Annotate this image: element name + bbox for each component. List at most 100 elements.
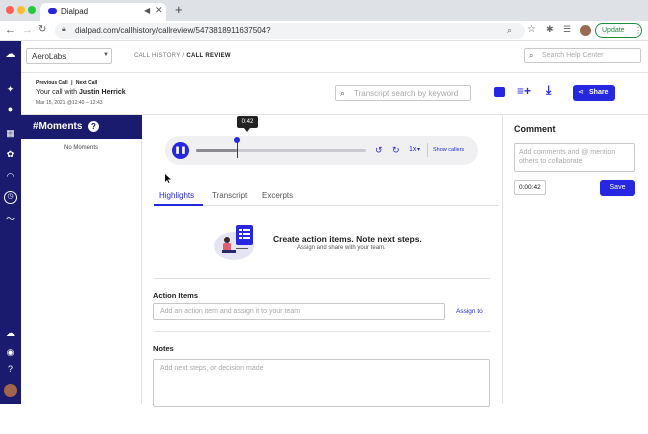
reload-icon[interactable]: ↻ [38,24,46,35]
audio-player: ❚❚ ↺ ↻ 1x ▾ Show callers [165,136,478,165]
nav-separator: | [71,80,73,86]
chevron-down-icon: ▼ [103,52,109,58]
chat-icon[interactable] [494,87,505,97]
tooltip-arrow [244,128,250,132]
minimize-window-icon[interactable] [17,6,25,14]
search-icon: ⌕ [340,88,346,98]
reading-list-icon[interactable]: ☰ [563,24,571,35]
moments-panel: No Moments [21,139,142,404]
breadcrumb-current: CALL REVIEW [186,53,231,59]
sparkle-icon[interactable]: ✦ [4,83,17,96]
tab-excerpts[interactable]: Excerpts [262,191,293,200]
save-comment-button[interactable]: Save [600,180,635,196]
update-label: Update [602,27,625,34]
update-button[interactable]: Update ⋮ [595,23,642,38]
notes-label: Notes [153,344,174,353]
contact-center-icon[interactable]: ▦ [4,127,17,140]
assign-to-link[interactable]: Assign to [456,308,483,315]
time-tooltip: 0:42 [237,116,258,128]
settings-icon[interactable]: ✿ [4,148,17,161]
app-left-rail: ☁︎ ✦ ● ▦ ✿ ◠ ◷ 〜 ☁︎ ◉ ? [0,41,21,404]
action-item-placeholder: Add an action item and assign it to your… [160,308,301,315]
browser-toolbar: ← → ↻ 🔒︎ dialpad.com/callhistory/callrev… [0,21,648,41]
new-tab-icon[interactable]: + [175,2,183,17]
share-button[interactable]: ⋖ Share [573,85,615,101]
call-datetime: Mar 15, 2021 @12:40 – 12:43 [36,100,103,106]
bookmark-star-icon[interactable]: ☆ [527,24,536,35]
action-item-input[interactable]: Add an action item and assign it to your… [153,303,445,320]
add-to-playlist-icon[interactable]: ≡+ [517,84,531,98]
close-window-icon[interactable] [6,6,14,14]
tab-highlights[interactable]: Highlights [159,191,194,200]
moments-help-icon[interactable]: ? [88,121,99,132]
tab-close-icon[interactable]: ✕ [155,5,163,16]
person-icon[interactable]: ● [4,103,17,116]
breadcrumb-call-history[interactable]: CALL HISTORY / [134,53,184,59]
speed-chevron-icon: ▾ [417,147,421,153]
org-select-value: AeroLabs [32,52,67,61]
promo-headline: Create action items. Note next steps. [273,234,422,244]
help-search-input[interactable]: ⌕ Search Help Center [524,48,641,63]
transcript-search-input[interactable]: ⌕ Transcript search by keyword [335,85,471,101]
browser-tab[interactable]: Dialpad ◀ ✕ [40,3,166,21]
breadcrumb: CALL HISTORY / CALL REVIEW [134,53,231,59]
transcript-search-placeholder: Transcript search by keyword [354,89,459,98]
notes-textarea[interactable]: Add next steps, or decision made [153,359,490,407]
tab-audio-icon[interactable]: ◀ [144,6,150,15]
speed-select[interactable]: 1x [409,146,416,153]
previous-call-link[interactable]: Previous Call [36,80,68,86]
call-info-bar: Previous Call | Next Call Your call with… [21,73,648,115]
comment-timestamp: 0:00:42 [519,184,541,191]
app-header: AeroLabs ▼ CALL HISTORY / CALL REVIEW ⌕ … [21,41,648,73]
pause-button[interactable]: ❚❚ [172,142,189,159]
comment-panel: Comment Add comments and @ mention other… [502,115,648,404]
more-vert-icon: ⋮ [634,26,642,35]
comment-title: Comment [514,124,556,134]
zoom-search-icon[interactable]: ⌕ [507,25,512,36]
download-icon[interactable]: ⤓ [546,83,551,98]
tab-title: Dialpad [61,7,89,16]
user-avatar[interactable] [4,384,17,397]
next-call-link[interactable]: Next Call [76,80,97,86]
review-main: 0:42 ❚❚ ↺ ↻ 1x ▾ Show callers Highlights… [142,115,502,407]
url-text: dialpad.com/callhistory/callreview/54738… [75,26,271,35]
user-status-icon[interactable]: ◉ [4,346,17,359]
show-callers-button[interactable]: Show callers [433,147,464,153]
address-bar[interactable]: 🔒︎ dialpad.com/callhistory/callreview/54… [55,23,525,39]
help-search-placeholder: Search Help Center [542,52,604,59]
comment-textarea[interactable]: Add comments and @ mention others to col… [514,143,635,172]
dialpad-logo-icon[interactable]: ☁︎ [4,48,17,61]
call-history-icon[interactable]: ◷ [4,191,17,204]
contact-name[interactable]: Justin Herrick [79,89,126,96]
dialpad-small-logo-icon[interactable]: ☁︎ [4,327,17,340]
call-title: Your call with Justin Herrick [36,89,126,96]
dialpad-favicon-icon [48,8,57,14]
moments-empty-text: No Moments [63,145,98,151]
comment-timestamp-field[interactable]: 0:00:42 [514,180,546,195]
org-select[interactable]: AeroLabs ▼ [26,48,112,64]
action-items-illustration [212,222,262,262]
forward-icon[interactable]: → [22,24,33,36]
playhead-handle[interactable] [233,137,240,143]
profile-avatar[interactable] [580,25,591,36]
moments-header: #Moments ? [21,115,142,139]
search-icon: ⌕ [529,51,534,60]
comment-placeholder: Add comments and @ mention others to col… [519,149,616,166]
tab-transcript[interactable]: Transcript [212,191,247,200]
lock-icon: 🔒︎ [62,26,66,33]
share-label: Share [589,89,609,96]
player-divider [427,143,428,157]
notes-placeholder: Add next steps, or decision made [160,365,264,372]
analytics-icon[interactable]: 〜 [4,213,17,226]
extensions-icon[interactable]: ✱ [546,24,554,35]
review-tabs: Highlights Transcript Excerpts [154,188,499,206]
headset-icon[interactable]: ◠ [4,170,17,183]
help-icon[interactable]: ? [4,363,17,376]
playhead-line [236,141,238,158]
rewind-15-icon[interactable]: ↺ [375,145,383,156]
forward-15-icon[interactable]: ↻ [392,145,400,156]
moments-title: #Moments [33,121,83,132]
promo-subtext: Assign and share with your team. [297,245,386,251]
maximize-window-icon[interactable] [28,6,36,14]
back-icon[interactable]: ← [5,24,16,36]
